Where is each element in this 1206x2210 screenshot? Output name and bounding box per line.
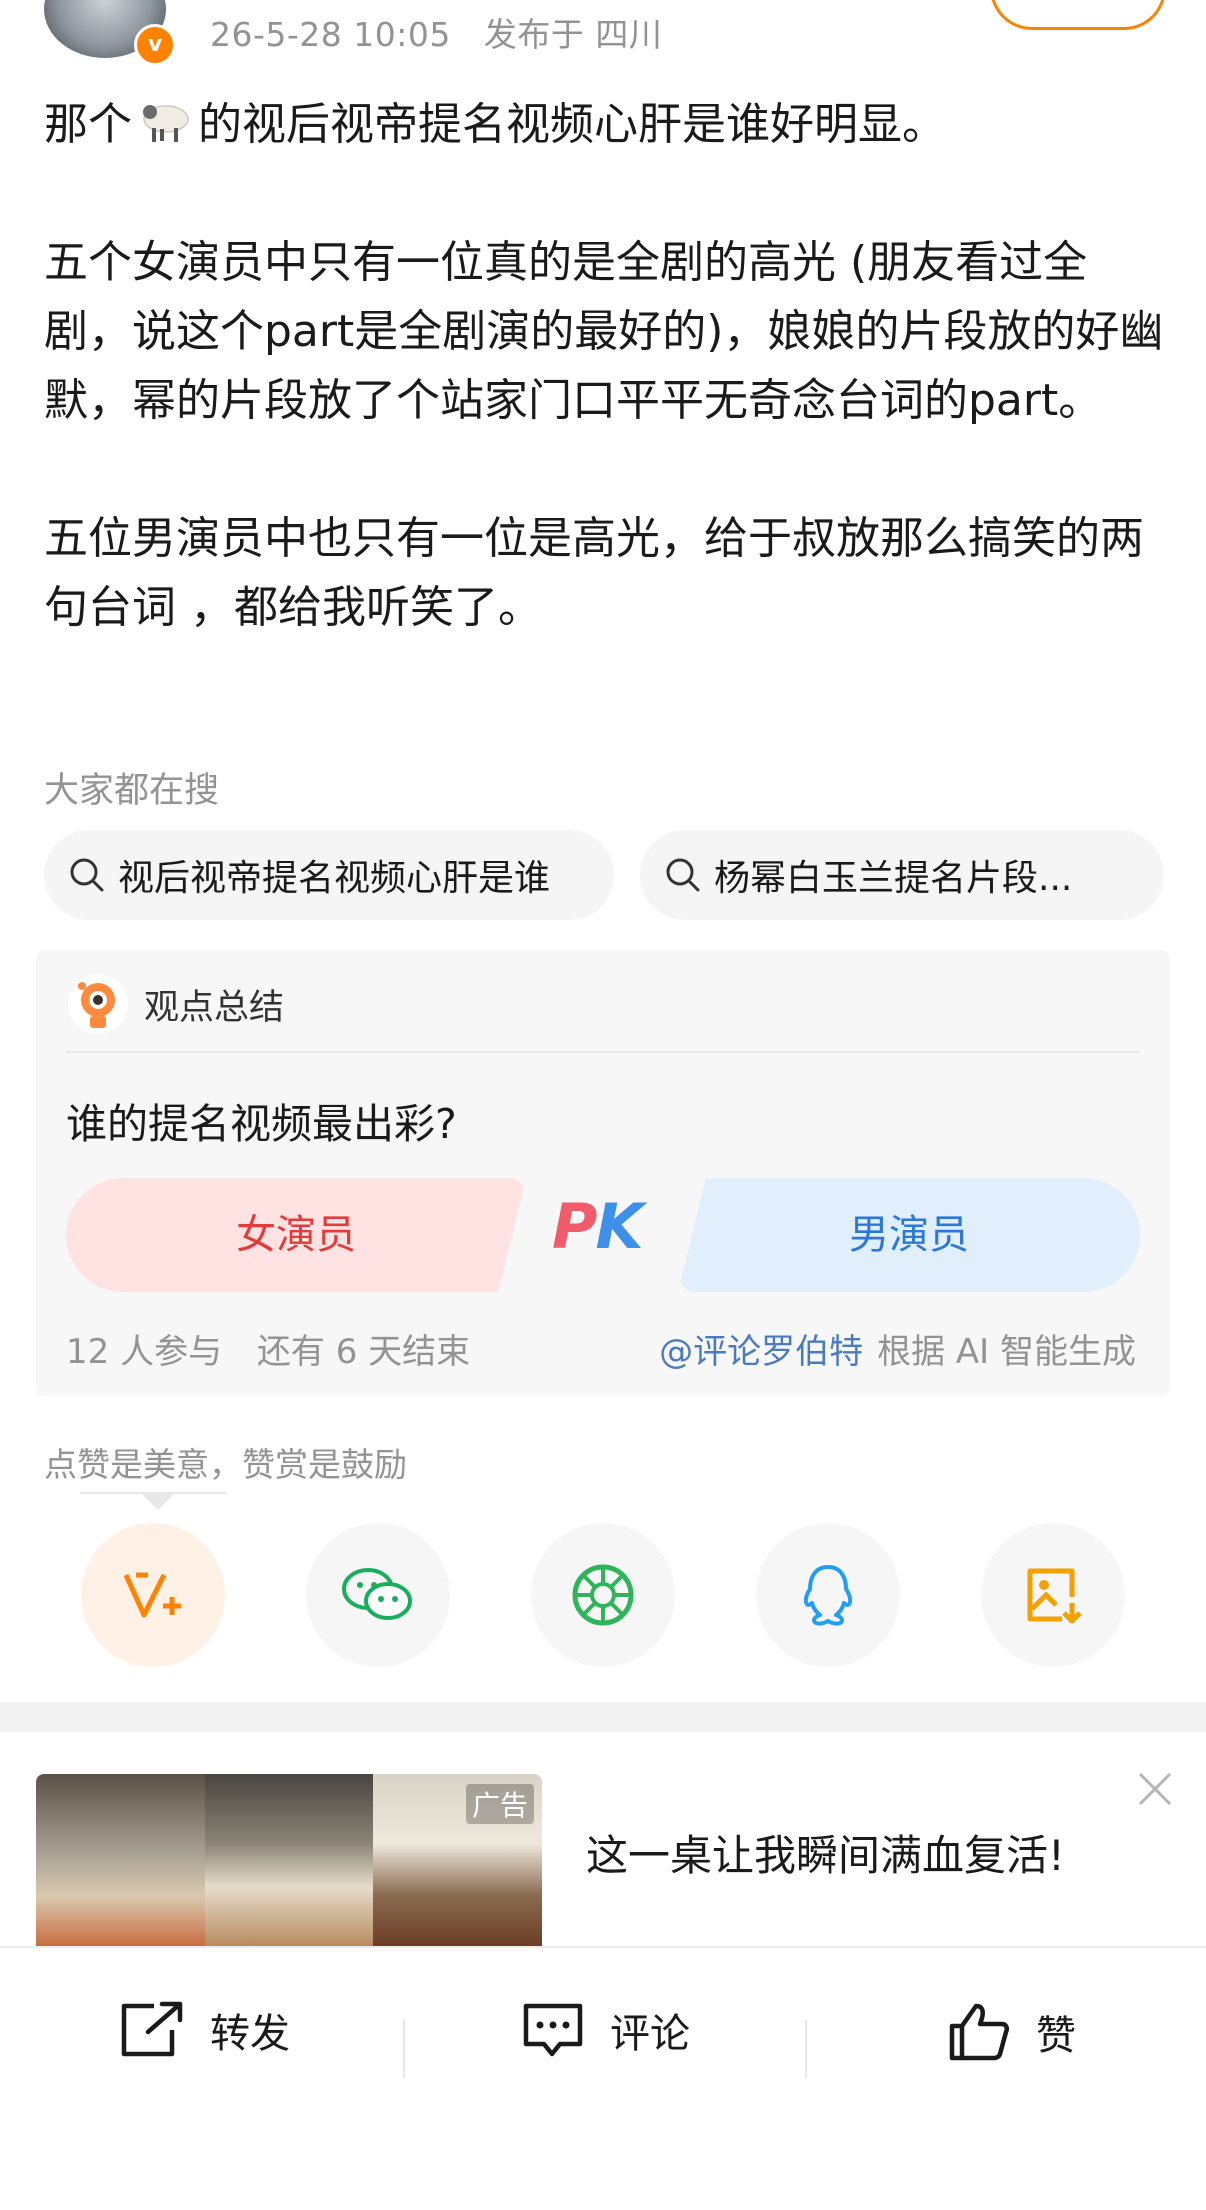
reward-label: 点赞是美意，赞赏是鼓励 (44, 1445, 407, 1484)
post-location: 发布于 四川 (483, 15, 663, 54)
close-icon[interactable] (1136, 1770, 1174, 1808)
search-chip-1[interactable]: 视后视帝提名视频心肝是谁 (44, 830, 614, 920)
repost-icon (121, 2001, 183, 2057)
trending-search-label: 大家都在搜 (44, 771, 220, 811)
search-icon (666, 858, 700, 892)
robot-mascot-icon (68, 974, 128, 1034)
verified-badge-icon: v (134, 24, 176, 66)
post-timestamp: 26-5-28 10:05 (210, 15, 451, 54)
sheep-emoji-icon (143, 105, 189, 142)
post-body: 那个 的视后视帝提名视频心肝是谁好明显。 五个女演员中只有一位真的是全剧的高光 … (44, 90, 1174, 642)
comment-label: 评论 (610, 2011, 690, 2057)
share-qq-button[interactable] (756, 1523, 900, 1667)
search-icon (70, 858, 104, 892)
card-title: 观点总结 (144, 987, 285, 1028)
card-divider (66, 1051, 1140, 1053)
like-label: 赞 (1036, 2013, 1076, 2059)
bar-divider (403, 2020, 405, 2078)
pk-letter-p: P (552, 1190, 597, 1263)
reward-caret (142, 1494, 174, 1510)
bottom-action-bar: 转发 评论 赞 (0, 1946, 1206, 2210)
share-wechat-button[interactable] (306, 1523, 450, 1667)
post-paragraph-3: 五位男演员中也只有一位是高光，给于叔放那么搞笑的两句台词 ，都给我听笑了。 (44, 513, 1144, 633)
opinion-summary-card[interactable]: 观点总结 谁的提名视频最出彩? 女演员 PK 男演员 12 人参与 还有 6 天… (36, 950, 1170, 1396)
comment-button[interactable]: 评论 (520, 2000, 690, 2060)
author-link[interactable]: @评论罗伯特 (659, 1332, 863, 1372)
ai-generated-note: 根据 AI 智能生成 (877, 1332, 1136, 1372)
search-chip-2[interactable]: 杨幂白玉兰提名片段... (640, 830, 1164, 920)
post-paragraph-1: 那个 的视后视帝提名视频心肝是谁好明显。 (44, 90, 1174, 159)
share-moments-button[interactable] (531, 1523, 675, 1667)
post-meta: 26-5-28 10:05 发布于 四川 (210, 8, 662, 56)
post-text: 那个 (44, 99, 132, 150)
wechat-icon (342, 1568, 412, 1620)
repost-button[interactable]: 转发 (118, 2000, 290, 2060)
reward-v-plus-icon (123, 1572, 181, 1618)
participant-count: 12 人参与 (66, 1332, 223, 1372)
pk-logo: PK (552, 1190, 644, 1263)
poll-credit: @评论罗伯特 根据 AI 智能生成 (659, 1324, 1136, 1373)
qq-icon (803, 1565, 853, 1626)
pk-letter-k: K (595, 1190, 643, 1263)
post-paragraph-2: 五个女演员中只有一位真的是全剧的高光 (朋友看过全剧，说这个part是全剧演的最… (44, 237, 1164, 426)
card-header: 观点总结 (66, 972, 284, 1036)
save-image-icon (1027, 1568, 1082, 1624)
moments-icon (572, 1564, 634, 1626)
vote-option-actresses[interactable]: 女演员 (66, 1178, 526, 1292)
search-chip-text: 视后视帝提名视频心肝是谁 (118, 858, 551, 899)
save-image-button[interactable] (981, 1523, 1125, 1667)
ad-tag: 广告 (466, 1784, 535, 1824)
reward-button[interactable] (81, 1523, 225, 1667)
search-chip-text: 杨幂白玉兰提名片段... (714, 858, 1073, 899)
vote-option-actors[interactable]: 男演员 (678, 1178, 1140, 1292)
poll-question: 谁的提名视频最出彩? (66, 1100, 457, 1148)
follow-button[interactable] (990, 0, 1166, 30)
repost-label: 转发 (210, 2011, 290, 2057)
poll-stats: 12 人参与 还有 6 天结束 (66, 1324, 470, 1373)
thumbs-up-icon (949, 2003, 1010, 2061)
post-text: 的视后视帝提名视频心肝是谁好明显。 (198, 99, 946, 150)
time-remaining: 还有 6 天结束 (256, 1332, 471, 1372)
ad-title[interactable]: 这一桌让我瞬间满血复活! (586, 1822, 1065, 1883)
section-separator (0, 1702, 1206, 1732)
bar-divider (805, 2020, 807, 2078)
comment-icon (523, 2003, 583, 2057)
like-button[interactable]: 赞 (946, 2000, 1076, 2064)
